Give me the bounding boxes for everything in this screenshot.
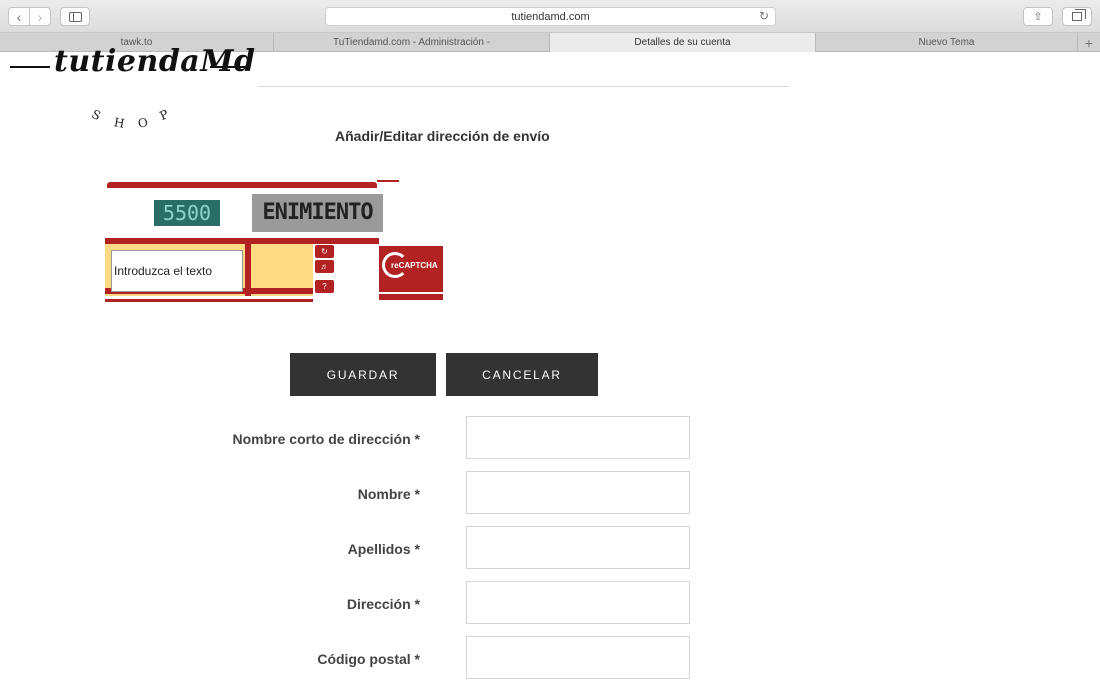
- logo-rule-left: [10, 66, 50, 68]
- page-title: Añadir/Editar dirección de envío: [335, 128, 550, 144]
- address-bar[interactable]: tutiendamd.com ↻: [325, 7, 776, 26]
- shop-letter: S: [89, 106, 103, 124]
- field-label-address: Dirección *: [346, 596, 420, 612]
- captcha-frame-piece: [377, 180, 399, 182]
- header-divider: [258, 86, 789, 87]
- plus-icon: +: [1084, 34, 1094, 51]
- field-label-lastname: Apellidos *: [347, 541, 420, 557]
- save-button[interactable]: GUARDAR: [290, 353, 436, 396]
- lastname-field[interactable]: [466, 526, 690, 569]
- sidebar-toggle-button[interactable]: [60, 7, 90, 26]
- chevron-right-icon: ›: [37, 8, 43, 25]
- url-text: tutiendamd.com: [511, 10, 590, 23]
- shop-letter: P: [157, 106, 171, 124]
- back-button[interactable]: ‹: [8, 7, 30, 26]
- captcha-audio-icon[interactable]: ♬: [315, 260, 334, 273]
- shop-letter: H: [112, 115, 126, 131]
- new-tab-button[interactable]: +: [1078, 33, 1100, 52]
- shop-letter: O: [136, 115, 149, 131]
- firstname-field[interactable]: [466, 471, 690, 514]
- recaptcha-logo: reCAPTCHA: [379, 246, 443, 292]
- tab-nuevo-tema[interactable]: Nuevo Tema: [816, 33, 1078, 52]
- captcha-help-icon[interactable]: ?: [315, 280, 334, 293]
- alias-field[interactable]: [466, 416, 690, 459]
- field-label-alias: Nombre corto de dirección *: [232, 431, 420, 447]
- forward-button[interactable]: ›: [29, 7, 51, 26]
- tabs-overview-icon: [1072, 9, 1086, 21]
- captcha-refresh-icon[interactable]: ↻: [315, 245, 334, 258]
- address-field[interactable]: [466, 581, 690, 624]
- site-logo[interactable]: tutiendaMd: [10, 44, 255, 86]
- captcha-input[interactable]: Introduzca el texto: [111, 250, 243, 292]
- captcha-word-image: ENIMIENTO: [252, 194, 383, 232]
- logo-text: tutiendaMd: [54, 44, 256, 79]
- captcha-word-image: 5500: [154, 200, 220, 226]
- cancel-button[interactable]: CANCELAR: [446, 353, 598, 396]
- captcha-widget: 5500 ENIMIENTO Introduzca el texto ↻ ♬ ?…: [105, 180, 445, 307]
- tab-label: TuTiendamd.com - Administración -: [332, 37, 491, 48]
- sidebar-icon: [68, 11, 82, 22]
- postcode-field[interactable]: [466, 636, 690, 679]
- logo-rule-right: [210, 66, 246, 68]
- field-label-firstname: Nombre *: [357, 486, 420, 502]
- tab-detalles-cuenta[interactable]: Detalles de su cuenta: [550, 33, 816, 52]
- captcha-frame-piece: [379, 294, 443, 300]
- page-content: tutiendaMd S H O P Añadir/Editar direcci…: [0, 44, 1100, 688]
- share-button[interactable]: ⇧: [1023, 7, 1053, 26]
- reload-icon[interactable]: ↻: [759, 9, 769, 23]
- browser-toolbar: ‹ › tutiendamd.com ↻ ⇧: [0, 0, 1100, 33]
- tab-label: Nuevo Tema: [918, 37, 975, 48]
- logo-shop-text: S H O P: [89, 106, 180, 138]
- share-icon: ⇧: [1033, 11, 1043, 23]
- recaptcha-brand: reCAPTCHA: [391, 261, 438, 270]
- field-label-postcode: Código postal *: [317, 651, 420, 667]
- tab-administracion[interactable]: TuTiendamd.com - Administración -: [274, 33, 550, 52]
- tabs-overview-button[interactable]: [1062, 7, 1092, 26]
- tab-label: Detalles de su cuenta: [634, 37, 731, 48]
- captcha-frame-bottom2: [105, 299, 313, 302]
- chevron-left-icon: ‹: [16, 8, 22, 25]
